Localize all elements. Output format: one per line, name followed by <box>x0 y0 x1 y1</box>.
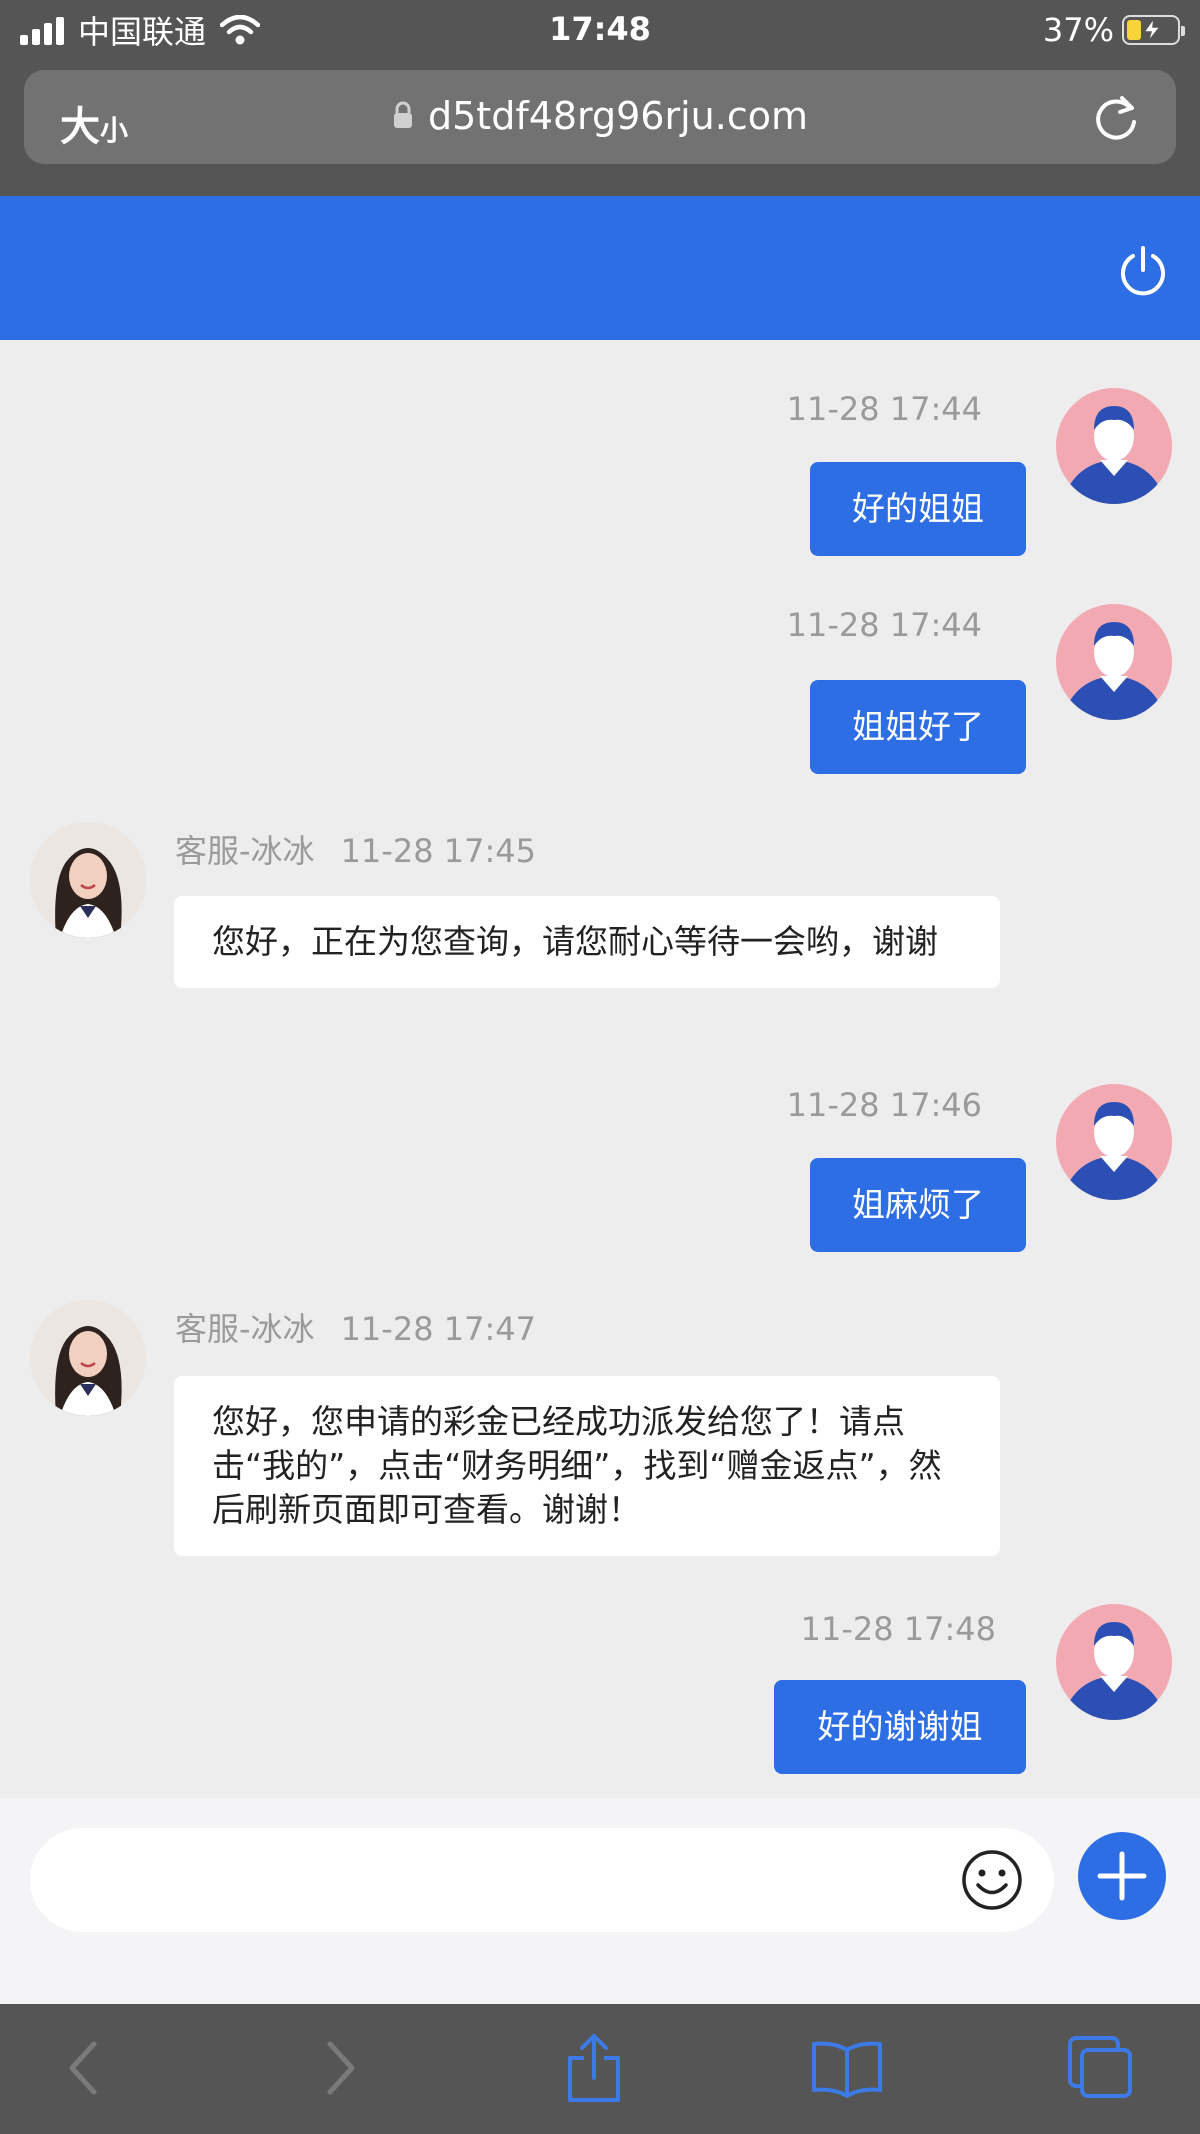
forward-icon[interactable] <box>318 2038 362 2098</box>
message-timestamp: 11-28 17:46 <box>786 1086 982 1124</box>
url-text: d5tdf48rg96rju.com <box>428 94 808 138</box>
back-icon[interactable] <box>62 2038 106 2098</box>
user-avatar <box>1056 388 1172 504</box>
battery-percent: 37% <box>1042 11 1114 49</box>
message-bubble-sent[interactable]: 姐麻烦了 <box>810 1158 1026 1252</box>
chat-message-list[interactable]: 11-28 17:44 好的姐姐 11-28 17:44 姐姐好了 客服-冰冰 1… <box>0 340 1200 1798</box>
agent-avatar <box>30 1300 146 1416</box>
chat-header <box>0 196 1200 340</box>
message-bubble-received[interactable]: 您好，正在为您查询，请您耐心等待一会哟，谢谢 <box>174 896 1000 988</box>
plus-icon <box>1097 1851 1147 1901</box>
browser-address-area: 大小 d5tdf48rg96rju.com <box>0 62 1200 196</box>
clock: 17:48 <box>549 10 651 48</box>
message-timestamp: 11-28 17:47 <box>340 1310 536 1348</box>
user-avatar <box>1056 1604 1172 1720</box>
add-attachment-button[interactable] <box>1078 1832 1166 1920</box>
message-timestamp: 11-28 17:44 <box>786 606 982 644</box>
message-timestamp: 11-28 17:45 <box>340 832 536 870</box>
power-icon[interactable] <box>1116 244 1170 298</box>
message-timestamp: 11-28 17:44 <box>786 390 982 428</box>
lock-icon <box>394 101 412 128</box>
reload-icon[interactable] <box>1090 90 1142 144</box>
message-bubble-received[interactable]: 您好，您申请的彩金已经成功派发给您了！请点击“我的”，点击“财务明细”，找到“赠… <box>174 1376 1000 1556</box>
bookmarks-icon[interactable] <box>810 2038 884 2098</box>
emoji-icon[interactable] <box>960 1848 1024 1912</box>
battery-icon <box>1122 15 1185 45</box>
composer-bar <box>0 1798 1200 2004</box>
message-bubble-sent[interactable]: 好的谢谢姐 <box>774 1680 1026 1774</box>
agent-name: 客服-冰冰 <box>175 832 315 870</box>
agent-name: 客服-冰冰 <box>175 1310 315 1348</box>
tabs-icon[interactable] <box>1066 2034 1134 2100</box>
message-timestamp: 11-28 17:48 <box>800 1610 996 1648</box>
address-bar[interactable]: 大小 d5tdf48rg96rju.com <box>24 70 1176 164</box>
agent-avatar <box>30 822 146 938</box>
message-input[interactable] <box>30 1828 1054 1932</box>
message-bubble-sent[interactable]: 好的姐姐 <box>810 462 1026 556</box>
user-avatar <box>1056 1084 1172 1200</box>
share-icon[interactable] <box>562 2032 626 2104</box>
message-bubble-sent[interactable]: 姐姐好了 <box>810 680 1026 774</box>
user-avatar <box>1056 604 1172 720</box>
status-bar: 中国联通 17:48 37% <box>0 0 1200 62</box>
browser-toolbar <box>0 2004 1200 2134</box>
